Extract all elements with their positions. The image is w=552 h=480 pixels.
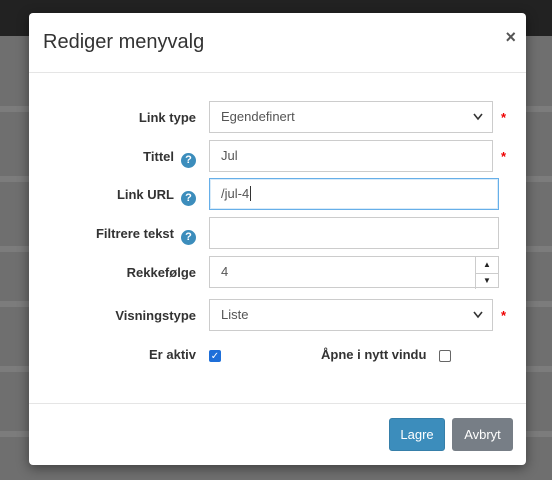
link-url-value: /jul-4 (221, 186, 250, 201)
link-type-row: Link type Egendefinert * (29, 101, 526, 135)
required-marker: * (501, 308, 507, 323)
text-cursor (250, 186, 252, 201)
display-type-label: Visningstype (115, 308, 196, 323)
spin-down-icon[interactable]: ▼ (475, 273, 498, 289)
link-url-label: Link URL? (117, 187, 196, 206)
filter-text-input[interactable] (209, 217, 499, 249)
link-url-label-text: Link URL (116, 187, 174, 202)
active-checkbox[interactable]: ✓ (209, 350, 221, 362)
cancel-button[interactable]: Avbryt (452, 418, 513, 451)
order-number-input[interactable]: 4 ▲ ▼ (209, 256, 499, 289)
display-type-value: Liste (221, 307, 249, 322)
order-label: Rekkefølge (126, 265, 196, 280)
order-row: Rekkefølge 4 ▲ ▼ (29, 256, 526, 290)
help-icon[interactable]: ? (181, 153, 196, 168)
link-type-select[interactable]: Egendefinert (209, 101, 493, 133)
edit-menu-dialog: Rediger menyvalg × Link type Egendefiner… (29, 13, 526, 465)
display-type-select[interactable]: Liste (209, 299, 493, 331)
link-url-row: Link URL? /jul-4 (29, 178, 526, 212)
close-button[interactable]: × (505, 27, 516, 48)
spin-up-icon[interactable]: ▲ (475, 257, 498, 274)
chevron-down-icon (473, 102, 483, 144)
title-input[interactable]: Jul (209, 140, 493, 172)
modal-title: Rediger menyvalg (43, 31, 205, 53)
modal-footer: Lagre Avbryt (29, 403, 526, 466)
active-label: Er aktiv (149, 347, 196, 362)
title-row: Tittel? Jul * (29, 140, 526, 174)
link-type-label: Link type (138, 110, 196, 125)
title-label: Tittel? (143, 149, 196, 168)
new-window-label: Åpne i nytt vindu (321, 347, 427, 362)
new-window-checkbox[interactable] (439, 350, 451, 362)
link-url-input[interactable]: /jul-4 (209, 178, 499, 210)
filter-text-row: Filtrere tekst? (29, 217, 526, 251)
required-marker: * (501, 110, 507, 125)
chevron-down-icon (473, 300, 483, 342)
display-type-row: Visningstype Liste * (29, 299, 526, 333)
save-button[interactable]: Lagre (389, 418, 445, 451)
order-value: 4 (221, 264, 229, 279)
checkbox-row: Er aktiv ✓ Åpne i nytt vindu (29, 340, 526, 374)
title-label-text: Tittel (143, 149, 174, 164)
filter-text-label: Filtrere tekst? (96, 226, 196, 245)
help-icon[interactable]: ? (181, 230, 196, 245)
filter-text-label-text: Filtrere tekst (95, 226, 174, 241)
modal-header: Rediger menyvalg × (29, 13, 526, 73)
link-type-value: Egendefinert (221, 109, 295, 124)
required-marker: * (501, 149, 507, 164)
help-icon[interactable]: ? (181, 191, 196, 206)
